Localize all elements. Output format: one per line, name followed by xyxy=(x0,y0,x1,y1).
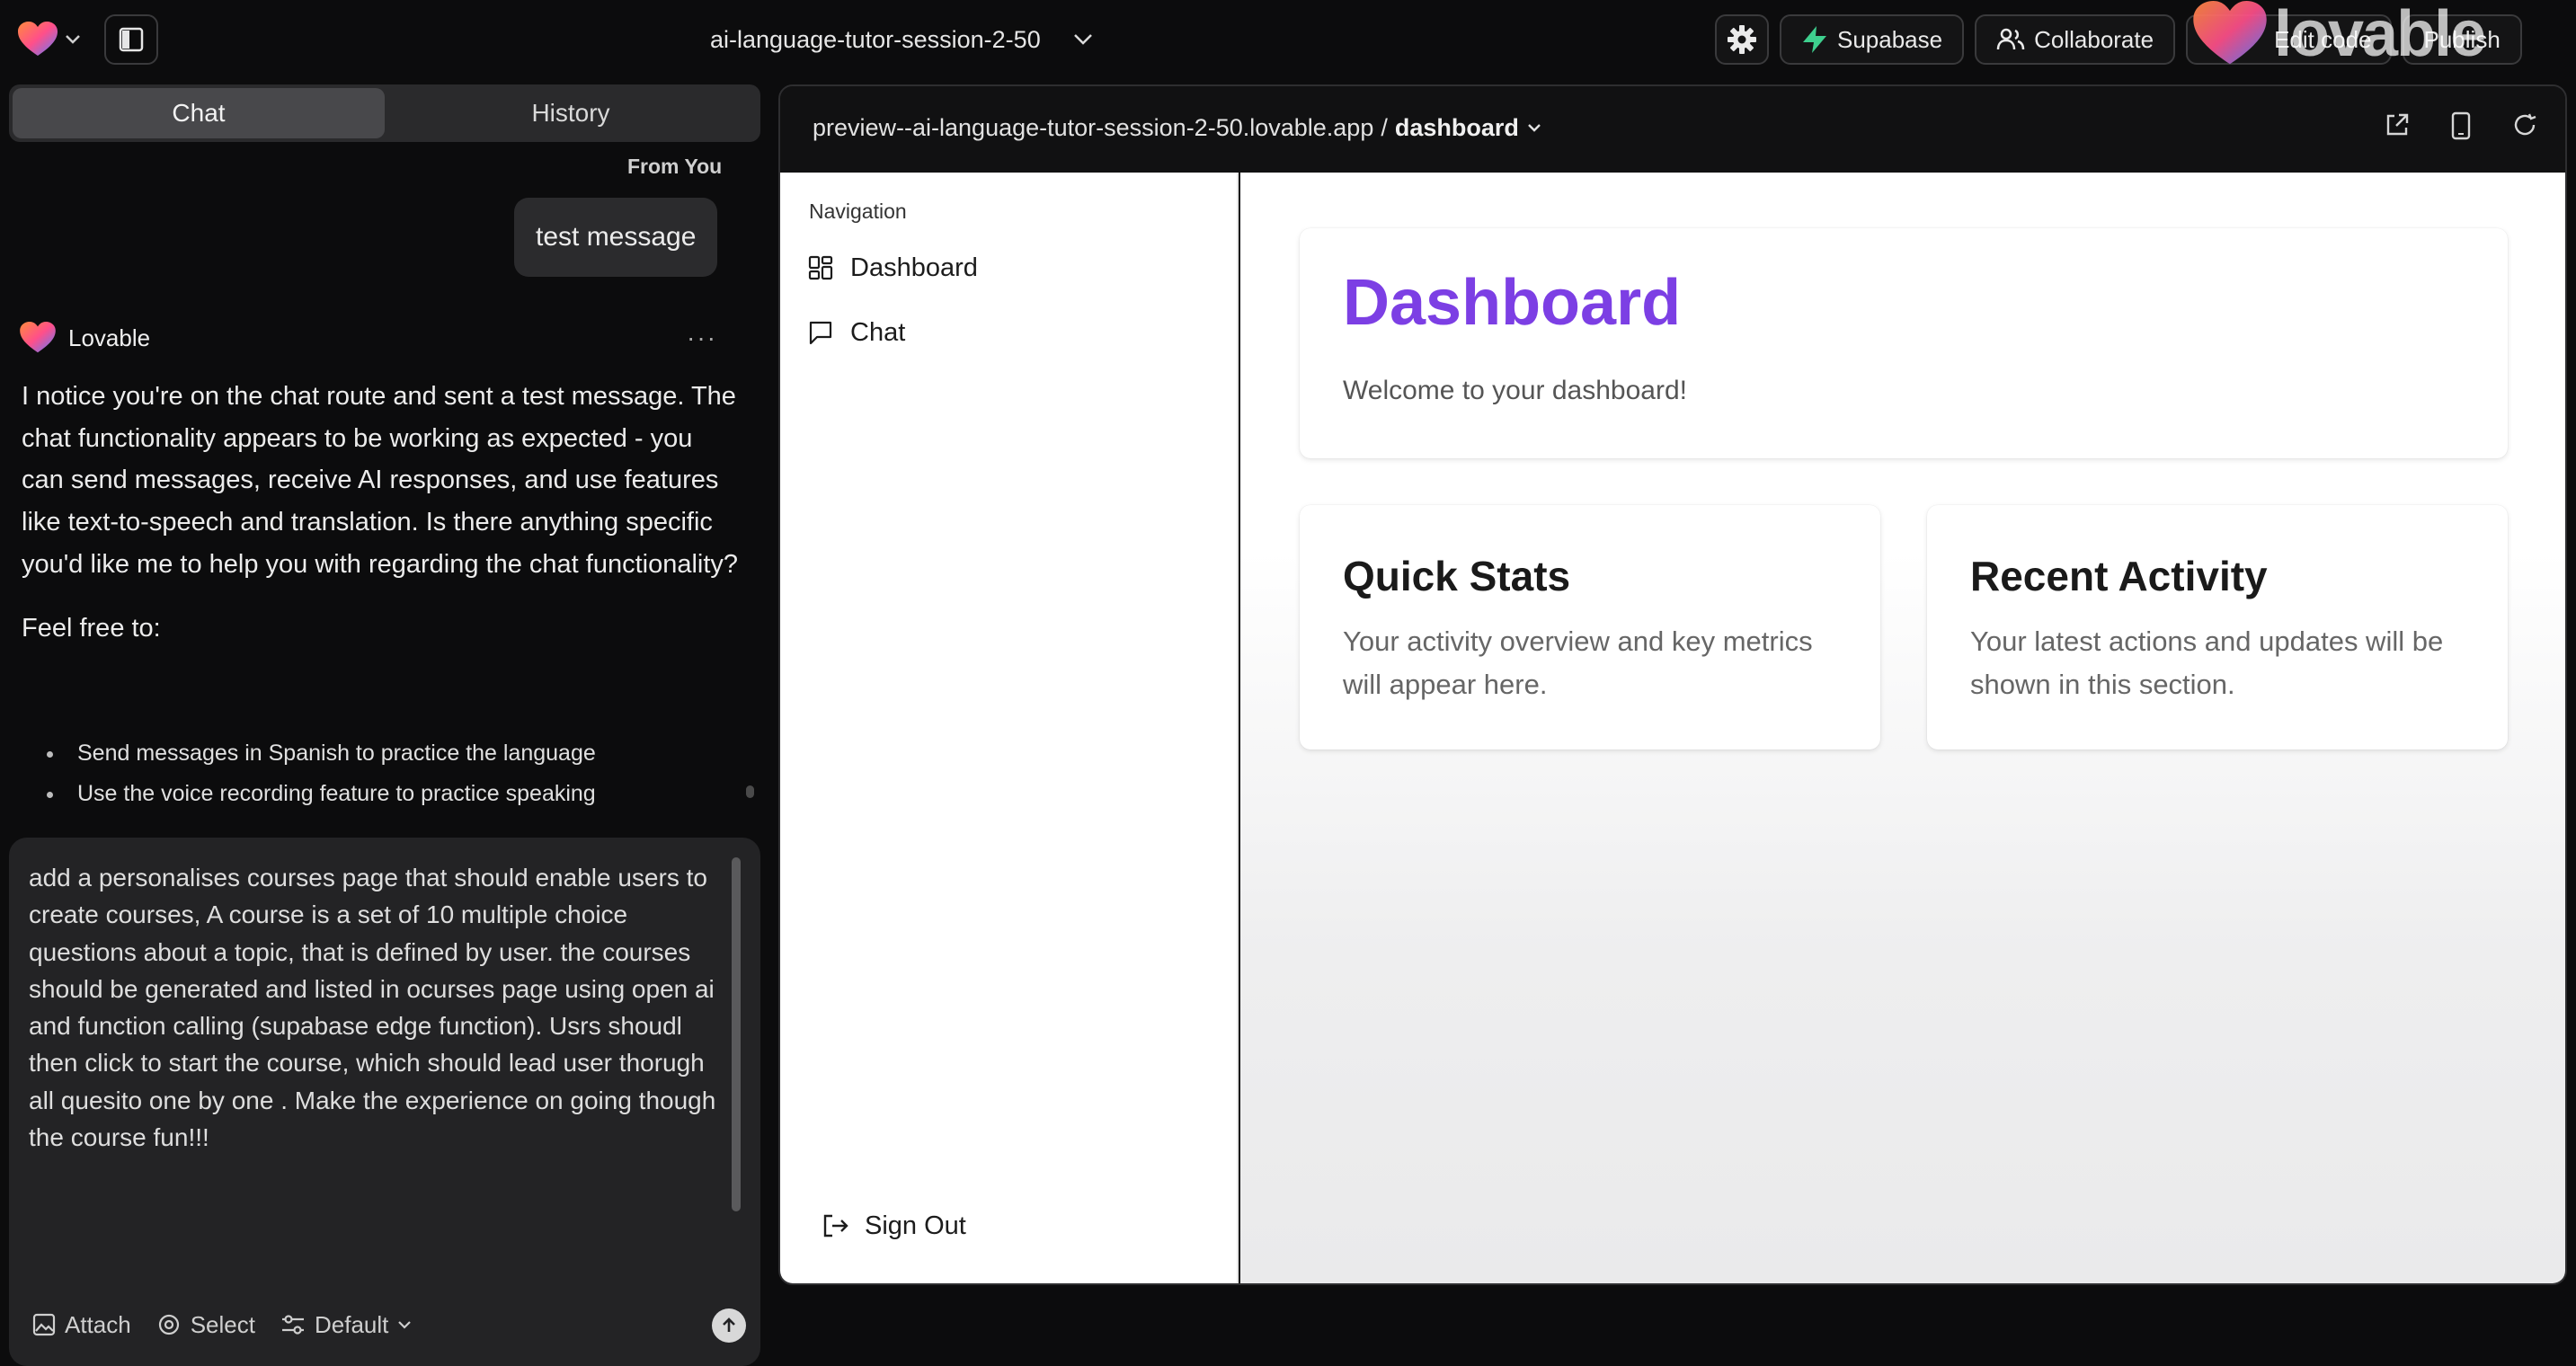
refresh-icon[interactable] xyxy=(2511,111,2538,140)
chevron-down-icon xyxy=(1073,33,1093,46)
chevron-down-icon xyxy=(397,1320,412,1329)
quick-stats-card: Quick Stats Your activity overview and k… xyxy=(1300,505,1880,750)
publish-button[interactable]: Publish xyxy=(2402,14,2522,65)
gear-icon xyxy=(1727,24,1757,55)
supabase-bolt-icon xyxy=(1801,25,1828,54)
edit-code-label: Edit code xyxy=(2274,25,2372,53)
collaborate-button[interactable]: Collaborate xyxy=(1975,14,2176,65)
preview-actions xyxy=(2384,111,2538,140)
preview-url-bar: preview--ai-language-tutor-session-2-50.… xyxy=(780,86,2565,173)
recent-activity-card: Recent Activity Your latest actions and … xyxy=(1927,505,2508,750)
top-bar: ai-language-tutor-session-2-50 Supabase … xyxy=(0,0,2576,79)
app-sidebar: Navigation Dashboard Chat Sign Out xyxy=(780,173,1239,1283)
assistant-message-body: I notice you're on the chat route and se… xyxy=(22,376,741,649)
tab-history[interactable]: History xyxy=(385,88,757,138)
list-item: Send messages in Spanish to practice the… xyxy=(43,733,726,774)
assistant-paragraph: Feel free to: xyxy=(22,613,161,643)
dashboard-main: Dashboard Welcome to your dashboard! Qui… xyxy=(1240,173,2565,1283)
message-square-icon xyxy=(807,319,834,346)
project-menu[interactable] xyxy=(18,20,81,59)
project-name: ai-language-tutor-session-2-50 xyxy=(710,25,1041,53)
project-title-dropdown[interactable]: ai-language-tutor-session-2-50 xyxy=(710,22,1093,58)
route-selector[interactable]: dashboard xyxy=(1395,114,1519,142)
composer-scrollbar[interactable] xyxy=(732,857,741,1211)
top-actions: Supabase Collaborate Edit code Publish xyxy=(1715,14,2522,65)
dashboard-header-card: Dashboard Welcome to your dashboard! xyxy=(1300,228,2508,458)
message-composer: Attach Select Default xyxy=(9,838,760,1366)
app-preview: Navigation Dashboard Chat Sign Out Dashb… xyxy=(780,173,2565,1283)
url-separator: / xyxy=(1381,113,1388,141)
card-title: Quick Stats xyxy=(1343,553,1571,599)
sidebar-toggle-button[interactable] xyxy=(104,14,158,65)
arrow-up-icon xyxy=(720,1317,738,1335)
layout-grid-icon xyxy=(807,254,834,281)
sign-out-button[interactable]: Sign Out xyxy=(822,1206,966,1246)
attach-label: Attach xyxy=(65,1310,131,1338)
chat-history-tabs: Chat History xyxy=(9,84,760,142)
sign-out-label: Sign Out xyxy=(865,1211,966,1240)
chat-panel: Chat History From You test message Lovab… xyxy=(0,79,773,1366)
chevron-down-icon xyxy=(1526,122,1542,133)
tab-chat[interactable]: Chat xyxy=(13,88,385,138)
select-label: Select xyxy=(190,1310,255,1338)
target-icon xyxy=(156,1312,182,1337)
edit-code-button[interactable]: Edit code xyxy=(2186,14,2392,65)
supabase-label: Supabase xyxy=(1837,25,1943,53)
welcome-text: Welcome to your dashboard! xyxy=(1343,376,1687,405)
nav-item-label: Chat xyxy=(850,317,906,347)
nav-item-dashboard[interactable]: Dashboard xyxy=(807,248,978,288)
nav-heading: Navigation xyxy=(809,200,907,223)
lovable-heart-icon xyxy=(20,322,56,354)
sidebar-icon xyxy=(119,27,144,52)
preview-panel: preview--ai-language-tutor-session-2-50.… xyxy=(778,84,2567,1285)
lovable-heart-icon xyxy=(18,22,58,58)
chevron-down-icon xyxy=(65,34,81,45)
attach-button[interactable]: Attach xyxy=(32,1311,131,1339)
user-message-label: From You xyxy=(627,155,723,178)
page-title: Dashboard xyxy=(1343,267,1682,339)
composer-toolbar: Attach Select Default xyxy=(32,1305,412,1344)
assistant-message-header: Lovable ··· xyxy=(20,318,717,358)
mobile-device-icon[interactable] xyxy=(2450,111,2472,140)
nav-item-label: Dashboard xyxy=(850,253,978,282)
user-message-bubble: test message xyxy=(514,198,718,277)
list-item: Use the voice recording feature to pract… xyxy=(43,774,726,814)
mode-dropdown[interactable]: Default xyxy=(280,1311,412,1339)
chat-scrollbar[interactable] xyxy=(746,785,754,798)
log-out-icon xyxy=(822,1212,850,1239)
send-button[interactable] xyxy=(712,1308,746,1343)
mode-label: Default xyxy=(314,1310,389,1338)
settings-button[interactable] xyxy=(1715,14,1769,65)
select-button[interactable]: Select xyxy=(156,1311,255,1339)
assistant-name: Lovable xyxy=(68,324,151,351)
assistant-bullet-list: Send messages in Spanish to practice the… xyxy=(43,733,726,814)
supabase-button[interactable]: Supabase xyxy=(1780,14,1965,65)
image-icon xyxy=(32,1313,56,1336)
sliders-icon xyxy=(280,1314,306,1335)
nav-item-chat[interactable]: Chat xyxy=(807,313,905,352)
card-description: Your activity overview and key metrics w… xyxy=(1343,625,1813,700)
publish-label: Publish xyxy=(2423,25,2500,53)
card-title: Recent Activity xyxy=(1970,553,2268,599)
users-icon xyxy=(1996,27,2025,52)
collaborate-label: Collaborate xyxy=(2034,25,2154,53)
assistant-paragraph: I notice you're on the chat route and se… xyxy=(22,382,739,579)
preview-url: preview--ai-language-tutor-session-2-50.… xyxy=(813,113,1374,141)
external-link-icon[interactable] xyxy=(2384,111,2411,140)
more-options-icon[interactable]: ··· xyxy=(687,324,717,352)
card-description: Your latest actions and updates will be … xyxy=(1970,625,2444,700)
prompt-input[interactable] xyxy=(29,859,721,1249)
preview-address[interactable]: preview--ai-language-tutor-session-2-50.… xyxy=(813,110,1542,146)
